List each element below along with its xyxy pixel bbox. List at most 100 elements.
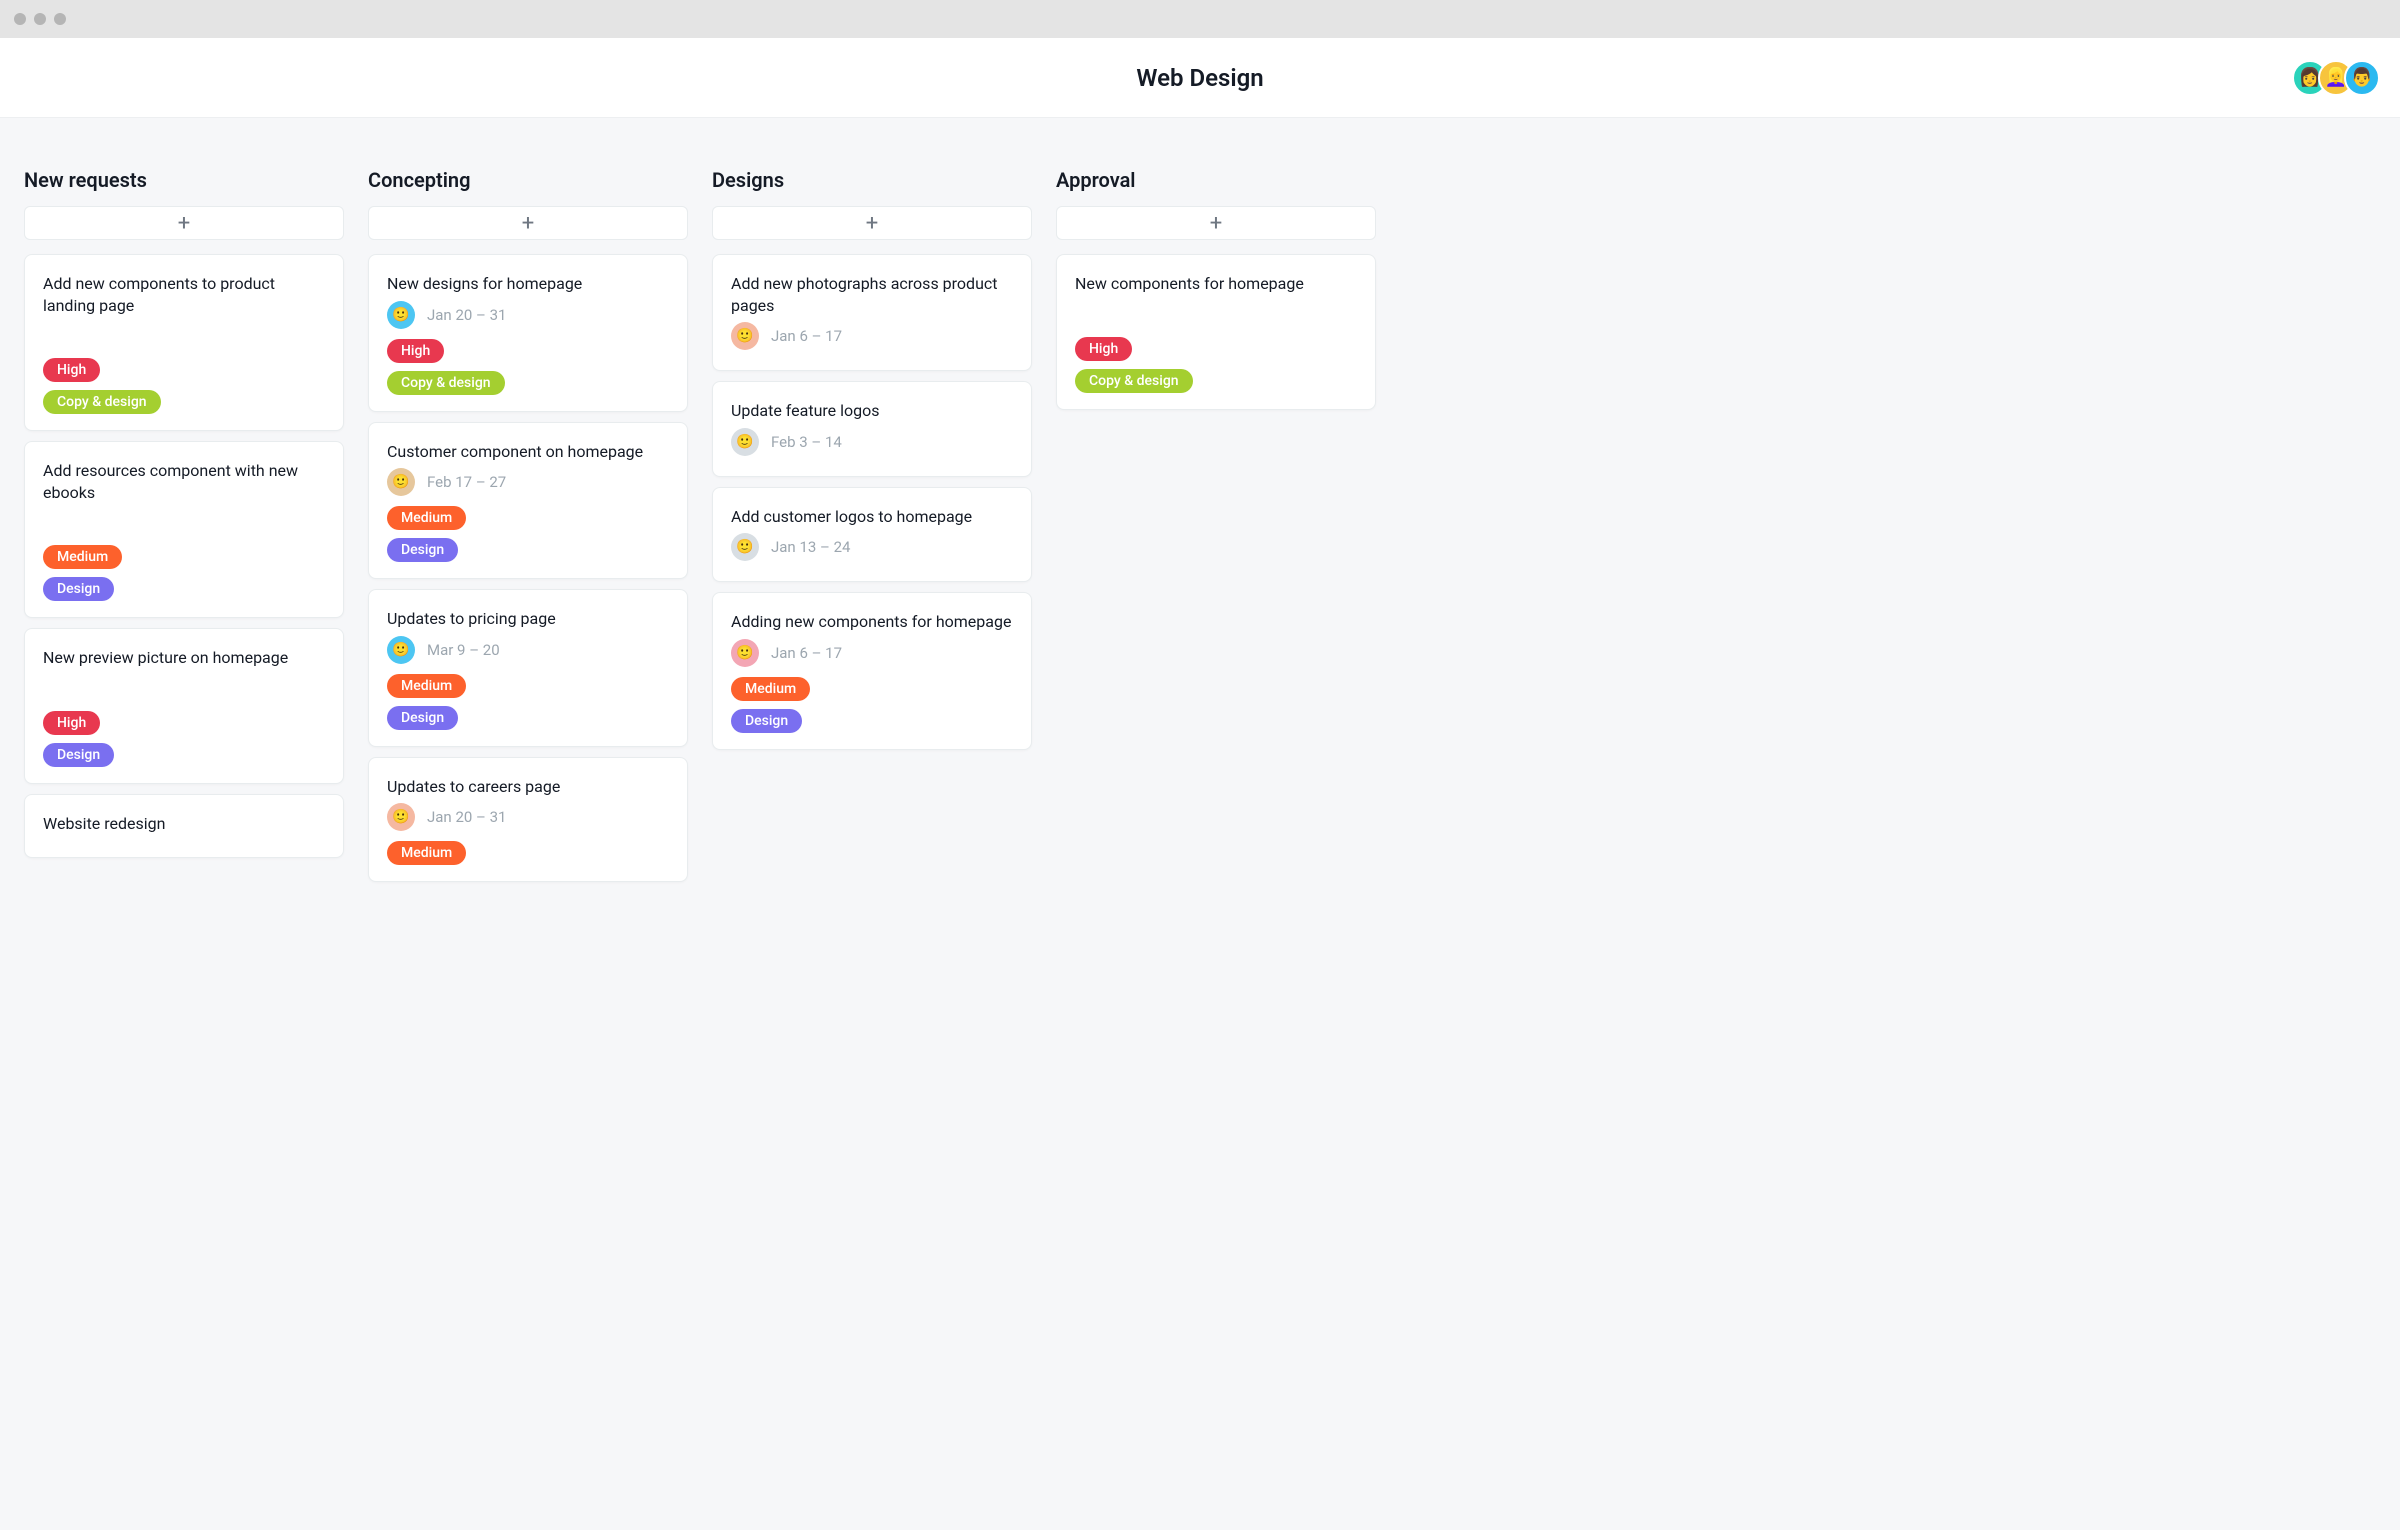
tag-pill[interactable]: Design: [43, 743, 114, 767]
card-spacer: [43, 675, 325, 701]
tag-list: High Copy & design: [1075, 337, 1357, 393]
task-date: Jan 20 – 31: [427, 306, 506, 324]
column-title: Designs: [712, 168, 1032, 192]
tag-pill[interactable]: High: [1075, 337, 1132, 361]
assignee-avatar[interactable]: 🙂: [387, 636, 415, 664]
tag-pill[interactable]: Medium: [387, 674, 466, 698]
plus-icon: +: [1210, 211, 1222, 236]
task-title: Add new photographs across product pages: [731, 273, 1013, 316]
task-meta: 🙂 Jan 20 – 31: [387, 803, 669, 831]
task-card[interactable]: New designs for homepage 🙂 Jan 20 – 31 High…: [368, 254, 688, 412]
board-column: New requests + Add new components to produ…: [24, 168, 344, 868]
add-card-button[interactable]: +: [1056, 206, 1376, 240]
tag-pill[interactable]: High: [387, 339, 444, 363]
task-title: New preview picture on homepage: [43, 647, 325, 669]
plus-icon: +: [178, 211, 190, 236]
task-card[interactable]: Adding new components for homepage 🙂 Jan 6…: [712, 592, 1032, 750]
assignee-avatar[interactable]: 🙂: [731, 533, 759, 561]
tag-pill[interactable]: Copy & design: [1075, 369, 1193, 393]
task-title: New designs for homepage: [387, 273, 669, 295]
task-card[interactable]: Updates to careers page 🙂 Jan 20 – 31 Mediu…: [368, 757, 688, 883]
task-title: Add customer logos to homepage: [731, 506, 1013, 528]
column-title: New requests: [24, 168, 344, 192]
task-card[interactable]: Updates to pricing page 🙂 Mar 9 – 20 Medium…: [368, 589, 688, 747]
assignee-avatar[interactable]: 🙂: [731, 639, 759, 667]
tag-pill[interactable]: High: [43, 711, 100, 735]
tag-pill[interactable]: Design: [387, 706, 458, 730]
task-title: Add resources component with new ebooks: [43, 460, 325, 503]
task-title: Updates to careers page: [387, 776, 669, 798]
task-card[interactable]: Website redesign: [24, 794, 344, 858]
traffic-light-zoom[interactable]: [54, 13, 66, 25]
kanban-board: New requests + Add new components to produ…: [0, 118, 2400, 916]
tag-pill[interactable]: Medium: [387, 506, 466, 530]
board-column: Designs + Add new photographs across produ…: [712, 168, 1032, 760]
assignee-avatar[interactable]: 🙂: [731, 428, 759, 456]
tag-list: Medium Design: [43, 545, 325, 601]
tag-list: Medium Design: [387, 674, 669, 730]
task-title: New components for homepage: [1075, 273, 1357, 295]
traffic-light-close[interactable]: [14, 13, 26, 25]
board-column: Approval + New components for homepage High…: [1056, 168, 1376, 420]
collaborator-avatars[interactable]: 👩👱‍♀️👨: [2292, 60, 2380, 96]
board-column: Concepting + New designs for homepage 🙂 Jan …: [368, 168, 688, 892]
tag-pill[interactable]: Medium: [731, 677, 810, 701]
tag-pill[interactable]: Medium: [387, 841, 466, 865]
tag-pill[interactable]: Medium: [43, 545, 122, 569]
column-title: Approval: [1056, 168, 1376, 192]
tag-pill[interactable]: Design: [731, 709, 802, 733]
task-date: Mar 9 – 20: [427, 641, 500, 659]
tag-list: Medium Design: [731, 677, 1013, 733]
task-card[interactable]: New components for homepage High Copy & de…: [1056, 254, 1376, 410]
task-meta: 🙂 Jan 20 – 31: [387, 301, 669, 329]
task-meta: 🙂 Jan 6 – 17: [731, 639, 1013, 667]
task-card[interactable]: Customer component on homepage 🙂 Feb 17 – …: [368, 422, 688, 580]
tag-list: Medium: [387, 841, 669, 865]
tag-list: High Design: [43, 711, 325, 767]
card-spacer: [1075, 301, 1357, 327]
assignee-avatar[interactable]: 🙂: [387, 301, 415, 329]
task-card[interactable]: Add new components to product landing pa…: [24, 254, 344, 431]
add-card-button[interactable]: +: [24, 206, 344, 240]
assignee-avatar[interactable]: 🙂: [387, 803, 415, 831]
task-title: Website redesign: [43, 813, 325, 835]
tag-list: High Copy & design: [387, 339, 669, 395]
tag-pill[interactable]: Design: [387, 538, 458, 562]
task-meta: 🙂 Feb 3 – 14: [731, 428, 1013, 456]
tag-pill[interactable]: High: [43, 358, 100, 382]
task-meta: 🙂 Mar 9 – 20: [387, 636, 669, 664]
column-title: Concepting: [368, 168, 688, 192]
tag-pill[interactable]: Copy & design: [387, 371, 505, 395]
collaborator-avatar[interactable]: 👨: [2344, 60, 2380, 96]
traffic-light-minimize[interactable]: [34, 13, 46, 25]
page-header: Web Design 👩👱‍♀️👨: [0, 38, 2400, 118]
add-card-button[interactable]: +: [712, 206, 1032, 240]
tag-list: High Copy & design: [43, 358, 325, 414]
tag-pill[interactable]: Design: [43, 577, 114, 601]
task-card[interactable]: Add customer logos to homepage 🙂 Jan 13 – …: [712, 487, 1032, 583]
task-card[interactable]: Add resources component with new ebooks M…: [24, 441, 344, 618]
task-date: Feb 3 – 14: [771, 433, 842, 451]
task-date: Jan 6 – 17: [771, 644, 842, 662]
tag-pill[interactable]: Copy & design: [43, 390, 161, 414]
task-card[interactable]: New preview picture on homepage High Desig…: [24, 628, 344, 784]
window-titlebar: [0, 0, 2400, 38]
card-spacer: [43, 509, 325, 535]
plus-icon: +: [522, 211, 534, 236]
task-title: Adding new components for homepage: [731, 611, 1013, 633]
add-card-button[interactable]: +: [368, 206, 688, 240]
task-title: Customer component on homepage: [387, 441, 669, 463]
task-title: Add new components to product landing pa…: [43, 273, 325, 316]
assignee-avatar[interactable]: 🙂: [731, 322, 759, 350]
task-date: Jan 6 – 17: [771, 327, 842, 345]
assignee-avatar[interactable]: 🙂: [387, 468, 415, 496]
task-meta: 🙂 Jan 6 – 17: [731, 322, 1013, 350]
task-date: Jan 13 – 24: [771, 538, 850, 556]
task-date: Jan 20 – 31: [427, 808, 506, 826]
task-meta: 🙂 Jan 13 – 24: [731, 533, 1013, 561]
task-card[interactable]: Add new photographs across product pages…: [712, 254, 1032, 371]
page-title: Web Design: [1136, 64, 1263, 92]
task-date: Feb 17 – 27: [427, 473, 506, 491]
task-card[interactable]: Update feature logos🙂Feb 3 – 14: [712, 381, 1032, 477]
task-title: Updates to pricing page: [387, 608, 669, 630]
